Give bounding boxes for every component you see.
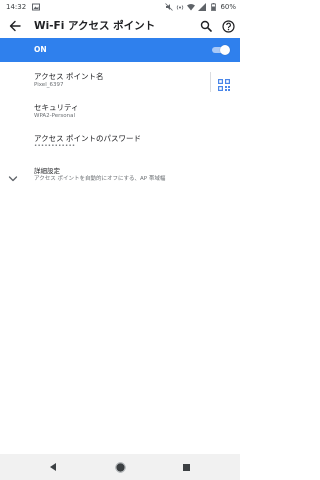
setting-title: セキュリティ [34,103,79,112]
battery-percent: 60% [220,3,236,11]
page-title: Wi-Fi アクセス ポイント [34,20,156,32]
wifi-icon [187,3,196,11]
hotspot-icon [176,3,184,11]
home-circle-icon [114,461,126,473]
chevron-down-icon [8,168,18,182]
back-triangle-icon [50,463,56,471]
status-time: 14:32 [6,3,27,11]
setting-value: WPA2-Personal [34,113,76,119]
nav-home-button[interactable] [114,461,126,473]
setting-security[interactable]: セキュリティ WPA2-Personal [0,100,240,130]
image-notification-icon [32,3,41,11]
recents-square-icon [182,463,190,471]
qr-code-button[interactable] [218,76,230,91]
setting-password[interactable]: アクセス ポイントのパスワード •••••••••••• [0,130,240,160]
hotspot-toggle-bar[interactable]: ON [0,38,240,62]
nav-back-button[interactable] [47,461,59,473]
navigation-bar [0,454,240,480]
switch-thumb [220,45,230,55]
setting-value: アクセス ポイントを自動的にオフにする、AP 帯域幅 [34,176,166,182]
toggle-label: ON [34,45,47,54]
status-left: 14:32 [6,3,41,11]
mute-icon [165,3,174,11]
signal-icon [198,3,207,11]
status-right: 60% [165,3,236,11]
search-button[interactable] [197,17,215,35]
back-button[interactable] [6,17,24,35]
hotspot-switch[interactable] [212,44,230,56]
search-icon [200,20,212,32]
back-arrow-icon [9,20,21,32]
battery-icon [209,3,217,11]
app-bar: Wi-Fi アクセス ポイント [0,14,240,38]
setting-value: •••••••••••• [34,143,76,149]
setting-value: Pixel_6397 [34,82,64,88]
help-button[interactable] [219,17,237,35]
setting-advanced[interactable]: 詳細設定 アクセス ポイントを自動的にオフにする、AP 帯域幅 [0,160,240,190]
setting-ap-name[interactable]: アクセス ポイント名 Pixel_6397 [0,62,240,100]
qr-code-icon [218,79,230,91]
nav-recents-button[interactable] [180,461,192,473]
help-icon [221,19,235,33]
setting-title: アクセス ポイント名 [34,72,104,81]
divider [210,72,211,92]
status-bar: 14:32 60% [0,0,240,14]
